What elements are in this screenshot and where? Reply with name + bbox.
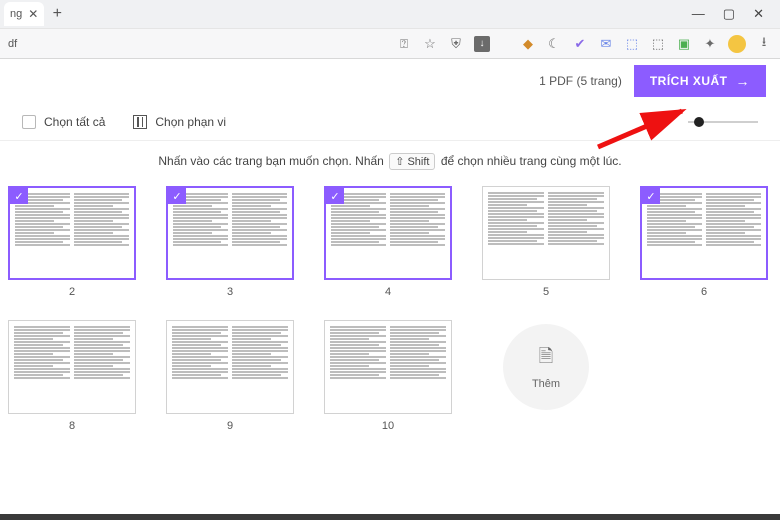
selected-check-icon: ✓ <box>10 188 28 204</box>
page-item: ✓4 <box>324 186 452 298</box>
add-file-icon: 🗎 <box>539 344 553 374</box>
page-thumbnail[interactable]: ✓ <box>640 186 768 280</box>
page-thumbnail[interactable] <box>166 320 294 414</box>
toolbar-icons: ⍰ ☆ ⛨ ↓ ◆ ☾ ✔ ✉ ⬚ ⬚ ▣ ✦ ⭳ <box>396 35 772 53</box>
columns-icon <box>133 115 147 129</box>
options-row: Chọn tất cả Chọn phạn vi <box>0 103 780 141</box>
selected-check-icon: ✓ <box>168 188 186 204</box>
bottom-bar <box>0 514 780 520</box>
page-number: 6 <box>701 286 707 298</box>
page-number: 3 <box>227 286 233 298</box>
download-icon[interactable]: ↓ <box>474 36 490 52</box>
select-range-label: Chọn phạn vi <box>155 115 226 129</box>
select-all-label: Chọn tất cả <box>44 115 105 129</box>
extension-diamond-icon[interactable]: ◆ <box>520 36 536 52</box>
selected-check-icon: ✓ <box>326 188 344 204</box>
page-thumbnail[interactable] <box>482 186 610 280</box>
instruction-pre: Nhấn vào các trang bạn muốn chọn. Nhấn <box>158 154 383 168</box>
page-thumbnail[interactable]: ✓ <box>166 186 294 280</box>
select-all-checkbox[interactable]: Chọn tất cả <box>22 115 105 129</box>
page-thumbnail[interactable]: ✓ <box>324 186 452 280</box>
page-item: ✓3 <box>166 186 294 298</box>
page-item: 5 <box>482 186 610 298</box>
page-grid: ✓2✓3✓45✓68910🗎Thêm <box>0 186 780 452</box>
page-number: 5 <box>543 286 549 298</box>
extension-check-icon[interactable]: ✔ <box>572 36 588 52</box>
extensions-puzzle-icon[interactable]: ✦ <box>702 36 718 52</box>
page-number: 10 <box>382 420 394 432</box>
instruction-text: Nhấn vào các trang bạn muốn chọn. Nhấn ⇧… <box>0 141 780 186</box>
tab-title-suffix: ng <box>10 8 22 20</box>
page-number: 4 <box>385 286 391 298</box>
browser-tab[interactable]: ng ✕ <box>4 2 44 26</box>
page-item: 8 <box>8 320 136 432</box>
page-header: 1 PDF (5 trang) TRÍCH XUẤT → <box>0 59 780 103</box>
page-item: ✓6 <box>640 186 768 298</box>
extract-button-label: TRÍCH XUẤT <box>650 74 728 88</box>
profile-avatar-icon[interactable] <box>728 35 746 53</box>
pdf-count-label: 1 PDF (5 trang) <box>539 74 622 88</box>
page-thumbnail[interactable] <box>324 320 452 414</box>
instruction-post: để chọn nhiều trang cùng một lúc. <box>441 154 622 168</box>
add-label: Thêm <box>532 378 560 390</box>
arrow-right-icon: → <box>736 73 751 89</box>
browser-chrome: ng ✕ + — ▢ ✕ df ⍰ ☆ ⛨ ↓ ◆ ☾ ✔ ✉ ⬚ ⬚ ▣ ✦ … <box>0 0 780 59</box>
checkbox-icon <box>22 115 36 129</box>
page-item: 10 <box>324 320 452 432</box>
page-thumbnail[interactable]: ✓ <box>8 186 136 280</box>
page-item: 9 <box>166 320 294 432</box>
extract-button[interactable]: TRÍCH XUẤT → <box>634 65 766 97</box>
page-item: ✓2 <box>8 186 136 298</box>
add-page-tile[interactable]: 🗎 Thêm <box>482 320 610 432</box>
close-tab-icon[interactable]: ✕ <box>28 7 38 21</box>
bookmark-star-icon[interactable]: ☆ <box>422 36 438 52</box>
dark-mode-icon[interactable]: ☾ <box>546 36 562 52</box>
zoom-track <box>688 121 758 123</box>
shield-icon[interactable]: ⛨ <box>448 36 464 52</box>
address-bar-row: df ⍰ ☆ ⛨ ↓ ◆ ☾ ✔ ✉ ⬚ ⬚ ▣ ✦ ⭳ <box>0 28 780 58</box>
page-number: 9 <box>227 420 233 432</box>
extension-app3-icon[interactable]: ▣ <box>676 36 692 52</box>
zoom-handle[interactable] <box>694 117 704 127</box>
translate-icon[interactable]: ⍰ <box>396 36 412 52</box>
downloads-arrow-icon[interactable]: ⭳ <box>756 36 772 52</box>
page-number: 2 <box>69 286 75 298</box>
new-tab-button[interactable]: + <box>46 3 68 25</box>
page-number: 8 <box>69 420 75 432</box>
page-thumbnail[interactable] <box>8 320 136 414</box>
extension-app1-icon[interactable]: ⬚ <box>624 36 640 52</box>
close-window-button[interactable]: ✕ <box>753 6 764 22</box>
shift-key-badge: ⇧ Shift <box>389 153 435 170</box>
selected-check-icon: ✓ <box>642 188 660 204</box>
zoom-slider[interactable] <box>688 121 758 123</box>
select-range-button[interactable]: Chọn phạn vi <box>133 115 226 129</box>
address-fragment: df <box>8 38 17 50</box>
minimize-button[interactable]: — <box>692 6 705 22</box>
window-controls: — ▢ ✕ <box>692 6 776 22</box>
tab-strip: ng ✕ + — ▢ ✕ <box>0 0 780 28</box>
extension-mail-icon[interactable]: ✉ <box>598 36 614 52</box>
extension-app2-icon[interactable]: ⬚ <box>650 36 666 52</box>
maximize-button[interactable]: ▢ <box>723 6 735 22</box>
